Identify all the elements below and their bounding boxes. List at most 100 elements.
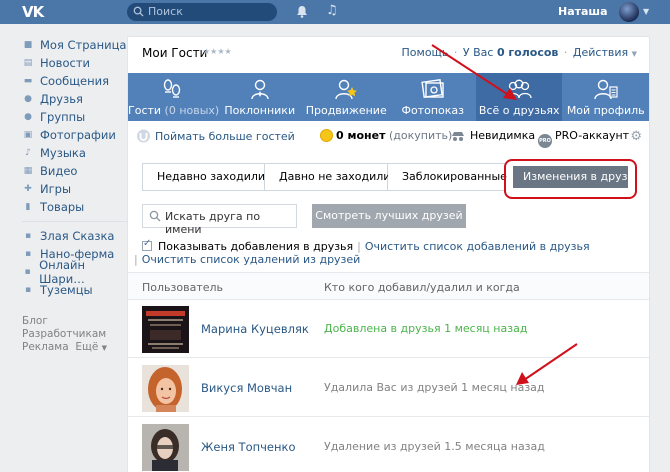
sidebar-item-music[interactable]: ♪ Музыка — [22, 144, 127, 162]
fans-icon — [251, 79, 269, 100]
best-friends-button[interactable]: Смотреть лучших друзей — [312, 204, 466, 228]
friend-change-status: Удаление из друзей 1.5 месяца назад — [324, 440, 545, 453]
sidebar-item-photos[interactable]: ▣ Фотографии — [22, 126, 127, 144]
tab-photoshow[interactable]: Фотопоказ — [389, 73, 476, 121]
incognito-icon — [452, 132, 464, 141]
friends-icon: ● — [24, 94, 32, 104]
vk-logo[interactable]: VK — [22, 3, 44, 21]
sidebar-item-label: Друзья — [40, 92, 83, 106]
tab-all-about-friends[interactable]: Всё о друзьях — [475, 73, 563, 121]
sidebar-item-messages[interactable]: ▬ Сообщения — [22, 72, 127, 90]
bell-icon[interactable] — [296, 5, 308, 18]
user-name[interactable]: Наташа — [558, 5, 608, 18]
app-icon: ▪ — [24, 285, 32, 295]
tab-fans[interactable]: Поклонники — [216, 73, 303, 121]
actions-menu[interactable]: Действия — [573, 46, 628, 59]
table-row: Марина Куцевляк Добавлена в друзья 1 мес… — [128, 300, 649, 358]
table-row: Женя Топченко Удаление из друзей 1.5 мес… — [128, 418, 649, 472]
footer-link-more[interactable]: Ещё — [75, 341, 98, 353]
invisible-mode[interactable]: Невидимка — [450, 129, 535, 142]
filter-blocked-button[interactable]: Заблокированные — [388, 163, 507, 191]
search-icon — [133, 6, 144, 17]
catch-guests-label: Поймать больше гостей — [155, 130, 295, 143]
search-icon — [149, 210, 161, 222]
sidebar-app-evil-tale[interactable]: ▪ Злая Сказка — [22, 227, 127, 245]
page-title: Мои Гости — [142, 46, 208, 60]
avatar[interactable] — [142, 424, 189, 471]
filter-long-ago-button[interactable]: Давно не заходили — [265, 163, 390, 191]
sidebar-item-goods[interactable]: ▮ Товары — [22, 198, 127, 216]
tab-label: Мой профиль — [566, 104, 645, 117]
top-bar: VK Поиск ♫ Наташа ▼ — [0, 0, 670, 24]
news-icon: ▤ — [23, 58, 33, 68]
clear-additions-link[interactable]: Очистить список добавлений в друзья — [365, 240, 590, 253]
music-icon[interactable]: ♫ — [326, 3, 338, 18]
user-name-link[interactable]: Марина Куцевляк — [201, 322, 309, 336]
show-additions-label: Показывать добавления в друзья — [158, 240, 354, 253]
footer-link-ads[interactable]: Реклама — [22, 341, 69, 353]
app-icon: ▪ — [24, 231, 32, 241]
top-search-input[interactable]: Поиск — [127, 3, 277, 21]
sidebar-item-label: Группы — [40, 110, 86, 124]
sidebar-item-label: Товары — [40, 200, 85, 214]
table-row: Викуся Мовчан Удалила Вас из друзей 1 ме… — [128, 359, 649, 417]
sidebar-item-news[interactable]: ▤ Новости — [22, 54, 127, 72]
photos-icon: ▣ — [23, 130, 33, 140]
votes-count[interactable]: 0 голосов — [497, 46, 558, 59]
tab-my-profile[interactable]: Мой профиль — [562, 73, 649, 121]
app-header: Мои Гости ★★★★ Помощь · У Вас 0 голосов … — [128, 37, 649, 69]
sidebar-footer: Блог Разработчикам Реклама Ещё ▼ — [22, 315, 127, 355]
video-icon: ▦ — [23, 166, 33, 176]
magnet-icon — [137, 129, 150, 143]
separator: | — [357, 240, 361, 253]
sidebar-item-label: Сообщения — [40, 74, 110, 88]
catch-guests-link[interactable]: Поймать больше гостей — [136, 129, 295, 143]
user-name-link[interactable]: Викуся Мовчан — [201, 381, 292, 395]
sidebar-item-friends[interactable]: ● Друзья — [22, 90, 127, 108]
sidebar-item-label: Злая Сказка — [40, 229, 115, 243]
header-links: Помощь · У Вас 0 голосов · Действия ▼ — [402, 46, 637, 59]
footer-link-blog[interactable]: Блог — [22, 315, 127, 328]
home-icon: ■ — [23, 40, 33, 50]
footer-link-developers[interactable]: Разработчикам — [22, 328, 127, 341]
goods-icon: ▮ — [25, 202, 31, 212]
gear-icon[interactable]: ⚙ — [630, 129, 642, 144]
friend-change-status: Удалила Вас из друзей 1 месяц назад — [324, 381, 545, 394]
tab-promotion[interactable]: Продвижение — [303, 73, 390, 121]
chevron-down-icon[interactable]: ▼ — [102, 344, 107, 352]
promotion-icon — [335, 79, 358, 100]
sidebar-item-groups[interactable]: ● Группы — [22, 108, 127, 126]
show-additions-checkbox[interactable] — [142, 238, 152, 251]
sidebar-item-my-page[interactable]: ■ Моя Страница — [22, 36, 127, 54]
avatar[interactable] — [142, 306, 189, 353]
pro-account[interactable]: PRO PRO-аккаунт — [538, 129, 629, 148]
sidebar-item-games[interactable]: ✚ Игры — [22, 180, 127, 198]
tab-label: Гости — [128, 104, 162, 117]
music-icon: ♪ — [25, 148, 31, 158]
avatar[interactable] — [142, 365, 189, 412]
photoshow-icon — [421, 79, 444, 98]
friend-search-input[interactable]: Искать друга по имени — [142, 204, 297, 236]
tab-sub: (0 новых) — [164, 104, 220, 117]
profile-icon — [594, 79, 618, 100]
friend-search-placeholder: Искать друга по имени — [165, 210, 261, 236]
clear-removals-link[interactable]: Очистить список удалений из друзей — [142, 253, 361, 266]
user-name-link[interactable]: Женя Топченко — [201, 440, 296, 454]
friends-all-icon — [506, 79, 532, 99]
tab-label: Фотопоказ — [401, 104, 464, 117]
chevron-down-icon[interactable]: ▼ — [643, 7, 649, 16]
tab-guests[interactable]: Гости (0 новых) — [128, 73, 219, 121]
chevron-down-icon[interactable]: ▼ — [632, 50, 637, 58]
help-link[interactable]: Помощь — [402, 46, 449, 59]
sidebar-app-online-balls[interactable]: ▪ Онлайн Шари… — [22, 258, 127, 286]
tab-label: Всё о друзьях — [478, 104, 560, 117]
sidebar-item-video[interactable]: ▦ Видео — [22, 162, 127, 180]
votes-prefix: У Вас — [462, 46, 494, 59]
buy-coins-link[interactable]: (докупить) — [389, 129, 452, 142]
avatar[interactable] — [619, 2, 639, 22]
sidebar-item-label: Онлайн Шари… — [39, 258, 86, 286]
filter-recent-button[interactable]: Недавно заходили — [142, 163, 265, 191]
separator: · — [563, 46, 568, 59]
left-nav: ■ Моя Страница ▤ Новости ▬ Сообщения ● Друзь… — [22, 36, 127, 355]
app-toolbar: Поймать больше гостей 0 монет (докупить)… — [128, 124, 649, 150]
